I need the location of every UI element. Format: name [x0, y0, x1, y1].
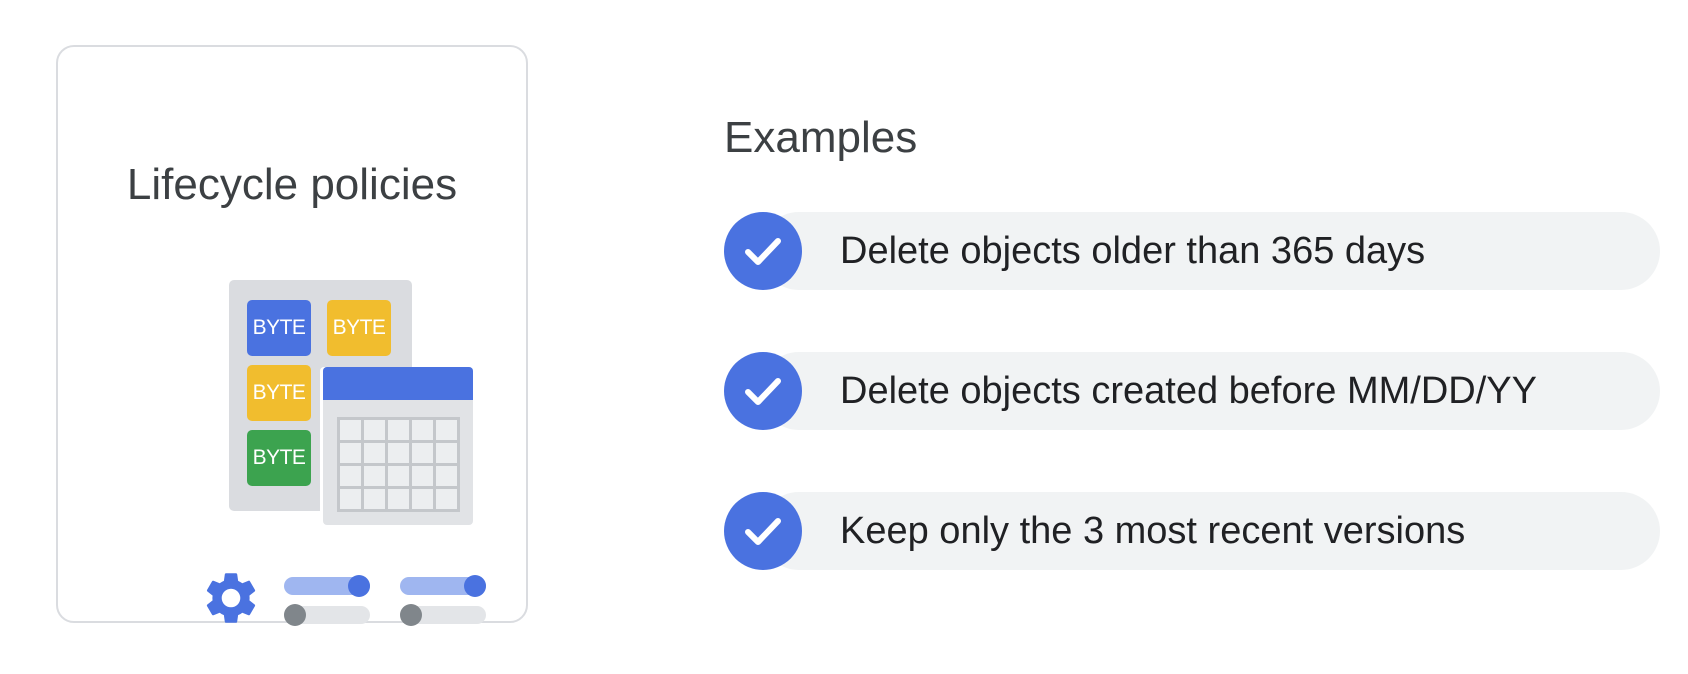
- example-item: Delete objects older than 365 days: [724, 212, 1660, 290]
- example-text: Keep only the 3 most recent versions: [840, 510, 1466, 552]
- byte-tile-yellow: BYTE: [247, 365, 311, 421]
- byte-tile-green: BYTE: [247, 430, 311, 486]
- byte-tile-blue: BYTE: [247, 300, 311, 356]
- example-text: Delete objects created before MM/DD/YY: [840, 370, 1537, 412]
- check-icon: [724, 212, 802, 290]
- slide: Lifecycle policies BYTE BYTE BYTE BYTE E…: [0, 0, 1688, 674]
- example-text: Delete objects older than 365 days: [840, 230, 1426, 272]
- check-icon: [724, 492, 802, 570]
- byte-tile-yellow: BYTE: [327, 300, 391, 356]
- lifecycle-illustration: BYTE BYTE BYTE BYTE: [58, 47, 526, 626]
- gear-icon: [200, 567, 262, 629]
- lifecycle-policies-card: Lifecycle policies BYTE BYTE BYTE BYTE: [56, 45, 528, 626]
- table-header-bar: [323, 367, 473, 400]
- example-item: Delete objects created before MM/DD/YY: [724, 352, 1660, 430]
- example-item: Keep only the 3 most recent versions: [724, 492, 1660, 570]
- examples-title: Examples: [724, 113, 918, 162]
- table-icon: [323, 367, 473, 525]
- table-grid: [337, 417, 460, 512]
- check-icon: [724, 352, 802, 430]
